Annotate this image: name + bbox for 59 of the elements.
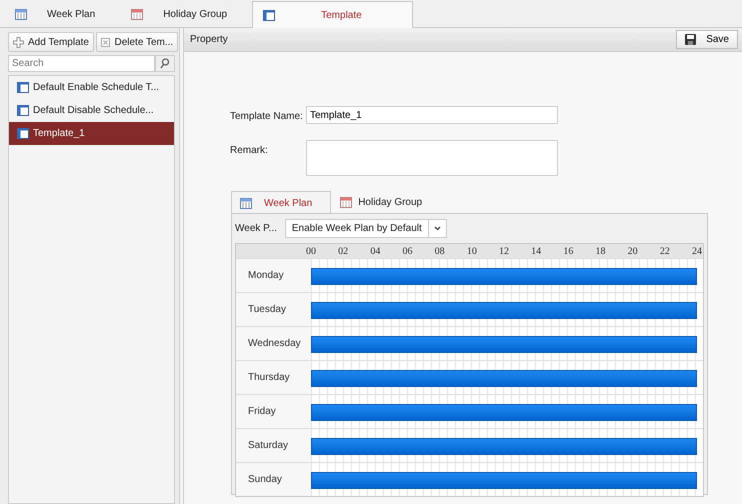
template-item[interactable]: Default Enable Schedule T... bbox=[9, 76, 174, 99]
hour-label: 04 bbox=[369, 245, 382, 259]
tab[interactable]: Template bbox=[252, 1, 413, 28]
day-label: Sunday bbox=[236, 463, 311, 496]
delete-icon bbox=[101, 38, 110, 46]
tab[interactable]: Week Plan bbox=[231, 191, 332, 214]
name-field[interactable]: Template_1 bbox=[306, 106, 558, 124]
remark-field[interactable] bbox=[306, 140, 558, 176]
template-item[interactable]: Template_1 bbox=[9, 122, 174, 145]
add-button[interactable]: Add Template bbox=[8, 32, 94, 52]
schedule-bar[interactable] bbox=[311, 404, 697, 421]
hour-label: 18 bbox=[594, 245, 606, 259]
schedule-bar[interactable] bbox=[311, 268, 697, 285]
calendar-icon bbox=[263, 10, 276, 20]
hour-label: 10 bbox=[466, 245, 478, 259]
hour-label: 08 bbox=[434, 245, 446, 259]
schedule-bar[interactable] bbox=[311, 472, 697, 489]
search-button[interactable] bbox=[155, 55, 175, 72]
tab[interactable]: Week Plan bbox=[4, 1, 120, 27]
hour-label: 06 bbox=[402, 245, 414, 259]
plus-icon bbox=[13, 36, 24, 48]
search-field[interactable]: Search bbox=[8, 55, 155, 72]
tab[interactable]: Holiday Group bbox=[331, 191, 436, 213]
hour-label: 02 bbox=[337, 245, 350, 259]
hour-label: 00 bbox=[305, 245, 317, 259]
hour-label: 20 bbox=[626, 245, 639, 259]
field-label: Template Name: bbox=[230, 110, 300, 124]
day-label: Wednesday bbox=[236, 327, 311, 360]
hour-label: 12 bbox=[498, 245, 510, 259]
calendar-icon bbox=[17, 128, 29, 139]
delete-button[interactable]: Delete Tem... bbox=[96, 32, 178, 52]
save-button[interactable]: Save bbox=[676, 30, 738, 49]
schedule-bar[interactable] bbox=[311, 302, 697, 319]
search-icon bbox=[160, 58, 170, 69]
schedule-bar[interactable] bbox=[311, 438, 697, 455]
calendar-icon bbox=[131, 9, 144, 20]
day-label: Thursday bbox=[236, 361, 311, 394]
caret-icon bbox=[434, 226, 441, 230]
hour-label: 14 bbox=[530, 245, 542, 259]
day-label: Monday bbox=[236, 259, 311, 292]
calendar-icon bbox=[340, 197, 352, 208]
hour-label: 22 bbox=[658, 245, 671, 259]
day-label: Saturday bbox=[236, 429, 311, 462]
field-label: Week P... bbox=[235, 222, 277, 236]
hour-label: 16 bbox=[562, 245, 574, 259]
week-plan-dropdown[interactable]: Enable Week Plan by Default bbox=[284, 218, 447, 238]
tab[interactable]: Holiday Group bbox=[120, 1, 252, 27]
field-label: Remark: bbox=[230, 144, 269, 158]
panel-title: Property bbox=[190, 33, 228, 47]
day-label: Tuesday bbox=[236, 293, 311, 326]
hour-label: 24 bbox=[691, 245, 703, 259]
template-item[interactable]: Default Disable Schedule... bbox=[9, 99, 174, 122]
day-label: Friday bbox=[236, 395, 311, 428]
schedule-bar[interactable] bbox=[311, 370, 697, 387]
calendar-icon bbox=[15, 9, 27, 20]
schedule-bar[interactable] bbox=[311, 336, 697, 353]
calendar-icon bbox=[17, 105, 29, 116]
calendar-icon bbox=[240, 198, 252, 208]
calendar-icon bbox=[17, 82, 29, 93]
